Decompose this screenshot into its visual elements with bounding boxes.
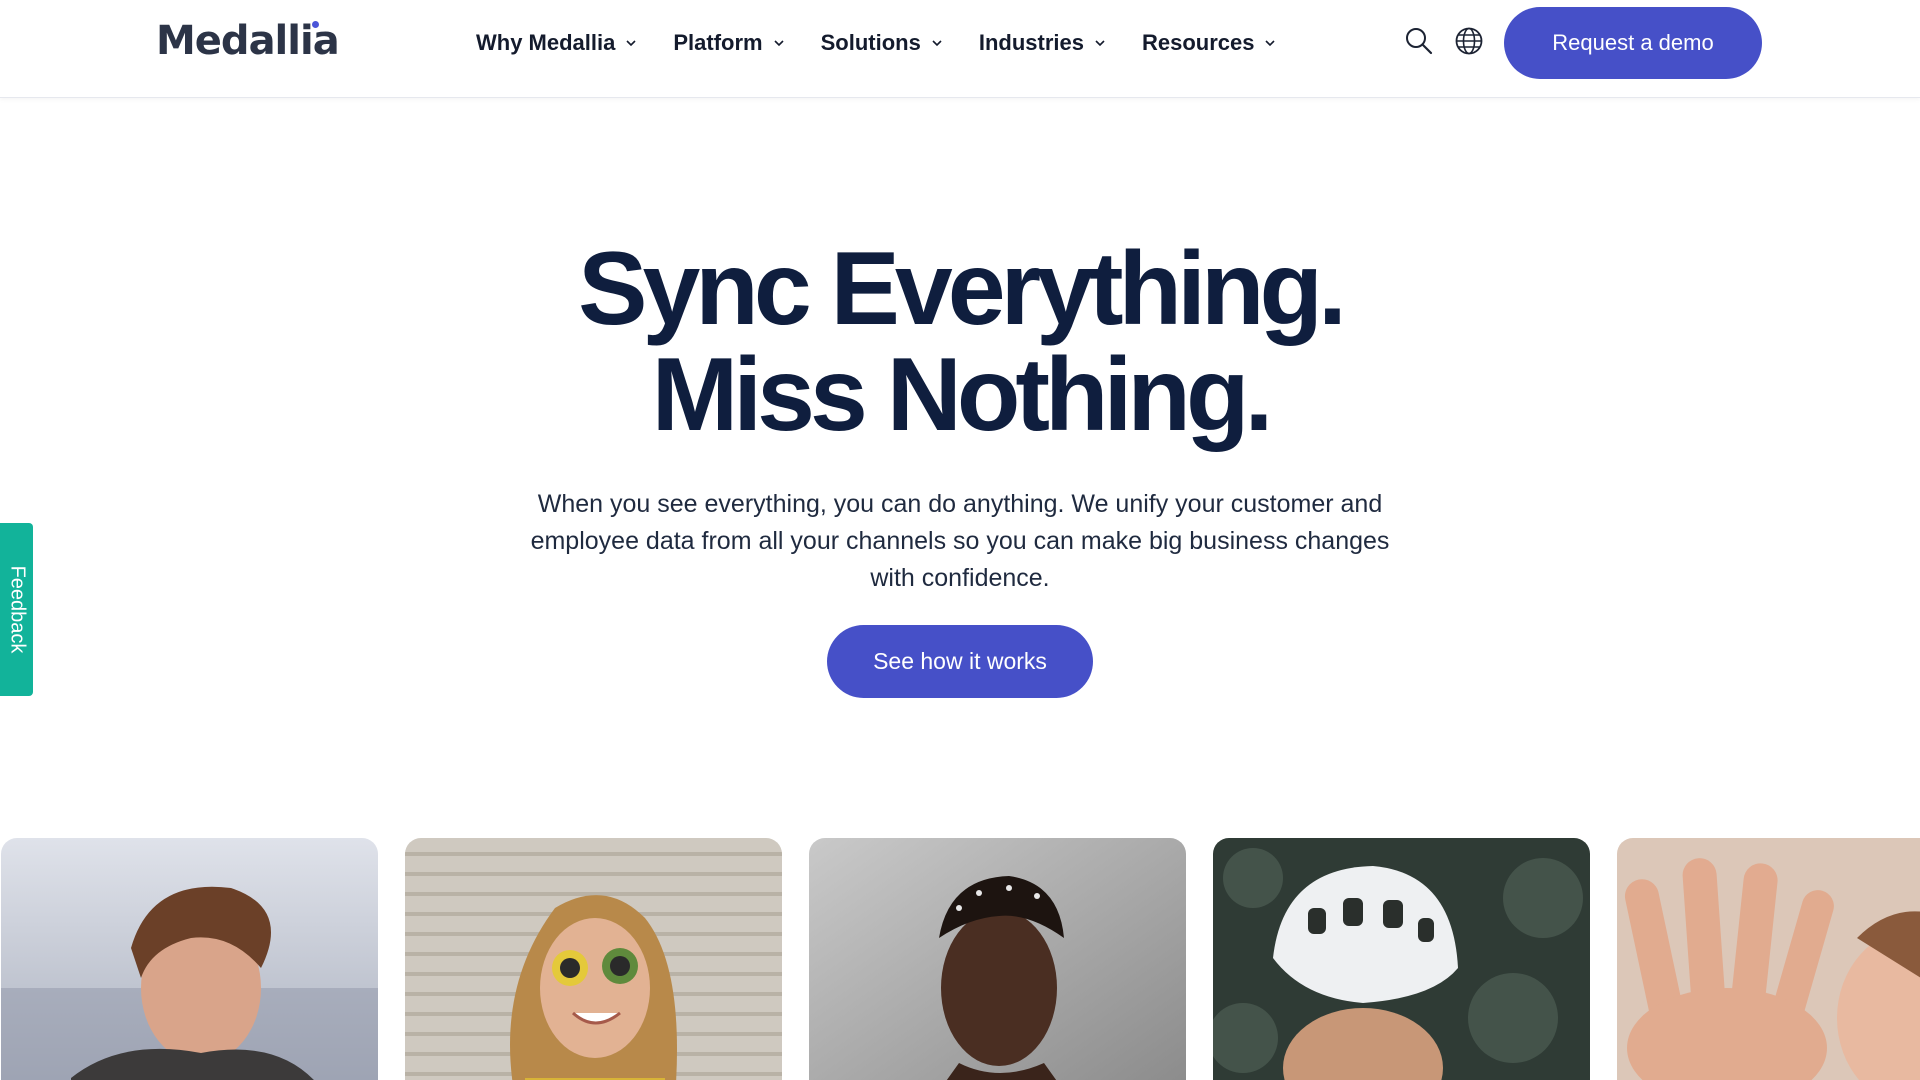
- hero-subtitle: When you see everything, you can do anyt…: [530, 490, 1390, 592]
- photo-cyclist-helmet: [1213, 838, 1590, 1080]
- medallia-logo[interactable]: Medallia: [156, 18, 340, 64]
- nav-item-label: Platform: [673, 30, 763, 55]
- chevron-down-icon: [1265, 40, 1276, 47]
- nav-item-label: Industries: [978, 30, 1084, 55]
- nav-item-solutions[interactable]: Solutions: [821, 26, 943, 60]
- chevron-down-icon: [1095, 40, 1105, 47]
- photo-woman-sunglasses: [405, 838, 782, 1080]
- search-icon: [1406, 28, 1433, 55]
- photo-man-portrait: [809, 838, 1186, 1080]
- feedback-tab[interactable]: Feedback: [0, 523, 33, 696]
- nav-item-label: Solutions: [820, 30, 921, 55]
- nav-item-resources[interactable]: Resources: [1142, 26, 1277, 60]
- photo-man-laughing: [1, 838, 378, 1080]
- photo-carousel: [0, 838, 1920, 1080]
- chevron-down-icon: [932, 40, 942, 47]
- nav-item-industries[interactable]: Industries: [979, 26, 1106, 60]
- hero-title-line-1: Sync Everything.: [578, 231, 1347, 347]
- hero-title-line-2: Miss Nothing.: [651, 337, 1274, 453]
- main-nav: Why Medallia Platform Solutions Industri…: [476, 26, 1312, 60]
- search-button[interactable]: [1402, 24, 1436, 58]
- nav-item-platform[interactable]: Platform: [673, 26, 784, 60]
- globe-icon: [1455, 27, 1483, 55]
- nav-item-label: Resources: [1141, 30, 1255, 55]
- site-header: Medallia Why Medallia Platform Solutions…: [0, 0, 1920, 98]
- nav-item-why-medallia[interactable]: Why Medallia: [476, 26, 637, 60]
- hero-title: Sync Everything. Miss Nothing.: [0, 236, 1920, 448]
- logo-dot: [311, 21, 319, 28]
- feedback-label: Feedback: [6, 565, 28, 654]
- chevron-down-icon: [774, 40, 784, 47]
- language-button[interactable]: [1452, 24, 1486, 58]
- nav-item-label: Why Medallia: [476, 30, 616, 55]
- see-how-it-works-button[interactable]: See how it works: [827, 625, 1093, 698]
- request-demo-button[interactable]: Request a demo: [1504, 7, 1762, 79]
- chevron-down-icon: [626, 40, 636, 47]
- photo-hand-waving: [1617, 838, 1920, 1080]
